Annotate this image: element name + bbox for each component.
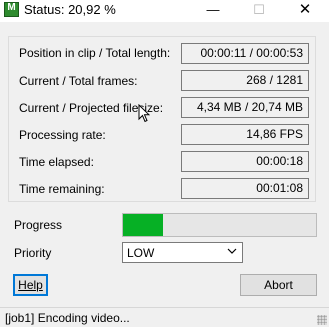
help-button-label: Help <box>18 278 43 292</box>
window-title: Status: 20,92 % <box>24 2 116 17</box>
title-bar: M Status: 20,92 % — ☐ ✕ <box>0 0 329 22</box>
elapsed-value: 00:00:18 <box>181 151 309 172</box>
close-button[interactable]: ✕ <box>282 0 328 22</box>
status-bar: [job1] Encoding video... <box>0 307 329 327</box>
resize-grip-icon[interactable] <box>317 315 327 325</box>
progress-fill <box>123 214 164 236</box>
progress-bar <box>122 213 317 237</box>
minimize-button[interactable]: — <box>190 0 236 22</box>
remaining-label: Time remaining: <box>19 182 105 196</box>
priority-select[interactable]: LOW <box>122 242 243 263</box>
app-icon-glyph: M <box>7 2 16 13</box>
status-text: [job1] Encoding video... <box>5 311 130 325</box>
filesize-value: 4,34 MB / 20,74 MB <box>181 97 309 118</box>
elapsed-label: Time elapsed: <box>19 155 94 169</box>
frames-value: 268 / 1281 <box>181 70 309 91</box>
position-value: 00:00:11 / 00:00:53 <box>181 43 309 64</box>
chevron-down-icon <box>227 245 237 260</box>
maximize-button: ☐ <box>253 2 265 17</box>
progress-label: Progress <box>14 218 63 232</box>
priority-value: LOW <box>127 246 155 260</box>
abort-button[interactable]: Abort <box>240 274 317 296</box>
frames-label: Current / Total frames: <box>19 74 138 88</box>
filesize-label: Current / Projected filesize: <box>19 101 164 115</box>
app-icon: M <box>4 2 19 17</box>
rate-label: Processing rate: <box>19 128 106 142</box>
position-label: Position in clip / Total length: <box>19 46 171 60</box>
remaining-value: 00:01:08 <box>181 178 309 199</box>
help-button[interactable]: Help <box>13 274 48 296</box>
priority-label: Priority <box>14 246 52 260</box>
rate-value: 14,86 FPS <box>181 124 309 145</box>
